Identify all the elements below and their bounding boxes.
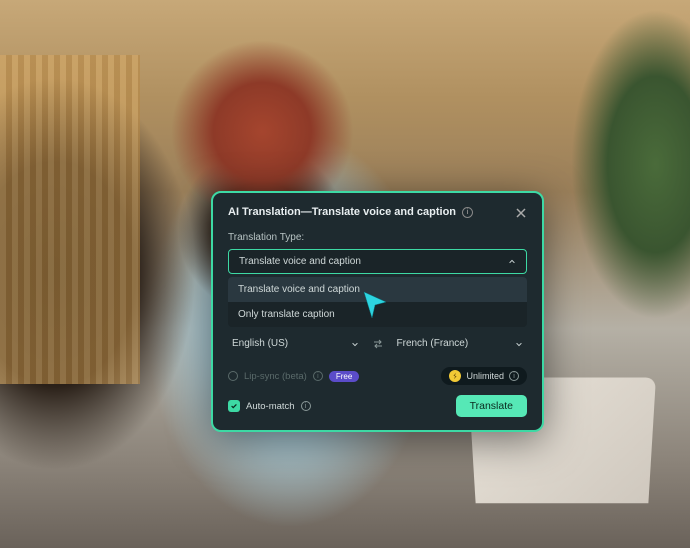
free-badge: Free [329, 371, 359, 382]
checkmark-icon [228, 400, 240, 412]
swap-languages-icon[interactable] [371, 337, 385, 351]
translate-button[interactable]: Translate [456, 395, 527, 417]
unlimited-badge[interactable]: Unlimited i [441, 367, 527, 385]
lip-sync-option[interactable]: Lip-sync (beta) i Free [228, 371, 359, 382]
chevron-down-icon [351, 340, 359, 348]
lightning-icon [449, 370, 461, 382]
close-icon[interactable] [515, 206, 527, 218]
unlimited-label: Unlimited [466, 371, 504, 381]
target-language-select[interactable]: French (France) [393, 334, 528, 353]
footer-row: Auto-match i Translate [228, 395, 527, 417]
chevron-down-icon [515, 340, 523, 348]
translation-type-value: Translate voice and caption [239, 256, 361, 267]
source-language-value: English (US) [232, 338, 288, 349]
info-icon[interactable]: i [462, 207, 473, 218]
auto-match-checkbox[interactable]: Auto-match i [228, 400, 311, 412]
source-language-select[interactable]: English (US) [228, 334, 363, 353]
translation-type-select[interactable]: Translate voice and caption [228, 249, 527, 274]
dialog-title: AI Translation—Translate voice and capti… [228, 206, 456, 218]
radio-icon [228, 371, 238, 381]
dialog-header: AI Translation—Translate voice and capti… [228, 206, 527, 218]
target-language-value: French (France) [397, 338, 469, 349]
info-icon[interactable]: i [313, 371, 323, 381]
chevron-up-icon [508, 258, 516, 266]
translation-type-label: Translation Type: [228, 232, 527, 243]
auto-match-label: Auto-match [246, 401, 295, 412]
cursor-pointer-icon [360, 290, 390, 320]
info-icon[interactable]: i [509, 371, 519, 381]
options-row: Lip-sync (beta) i Free Unlimited i [228, 367, 527, 385]
language-row: English (US) French (France) [228, 334, 527, 353]
lip-sync-label: Lip-sync (beta) [244, 371, 307, 382]
dialog-title-wrap: AI Translation—Translate voice and capti… [228, 206, 473, 218]
info-icon[interactable]: i [301, 401, 311, 411]
